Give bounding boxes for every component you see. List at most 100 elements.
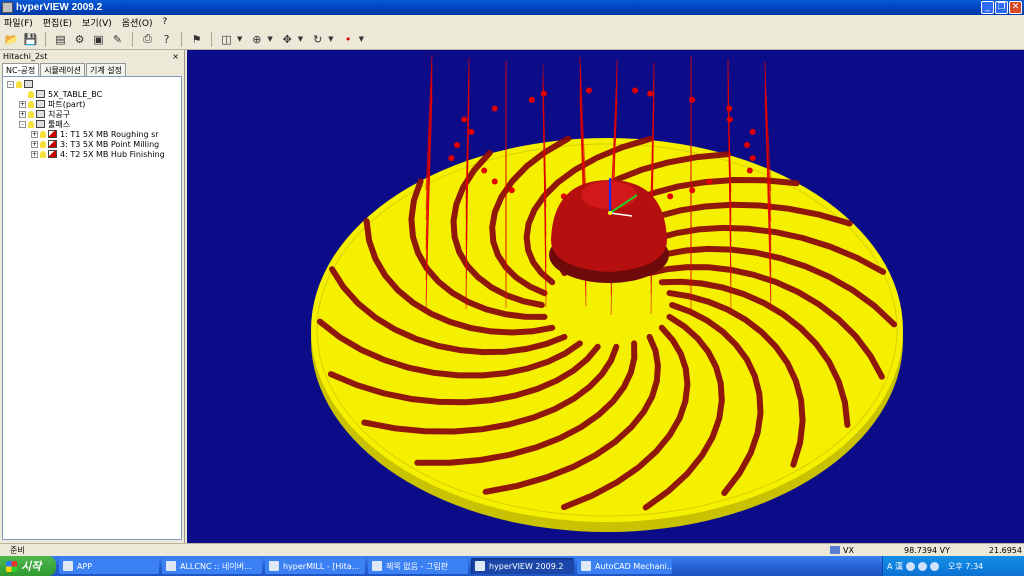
job-list-icon[interactable]: ▤ <box>52 31 69 48</box>
tool-icon[interactable]: ✎ <box>109 31 126 48</box>
expand-icon[interactable]: + <box>31 130 38 138</box>
expand-icon[interactable]: + <box>19 100 26 108</box>
tray-sound-icon[interactable] <box>918 561 928 571</box>
menu-view[interactable]: 보기(V) <box>82 16 112 29</box>
save-icon[interactable]: 💾 <box>22 31 39 48</box>
minimize-button[interactable]: _ <box>981 1 994 14</box>
toolpath-marker <box>706 178 713 185</box>
menu-options[interactable]: 옵션(O) <box>122 16 153 29</box>
toolbar-separator <box>181 31 182 47</box>
process-tree[interactable]: - 5X_TABLE_BC + 파트(part) + 치공구 - 툴패스 +1: T1 5X M… <box>2 76 182 540</box>
maximize-button[interactable]: ❐ <box>995 1 1008 14</box>
view-cube-icon[interactable]: ◫ <box>218 31 235 48</box>
tab-simulation[interactable]: 시뮬레이션 <box>40 63 85 76</box>
window-title: hyperVIEW 2009.2 <box>16 2 103 13</box>
chevron-down-icon[interactable]: ▼ <box>267 35 272 43</box>
toolpath-marker <box>454 142 460 148</box>
toolpath-marker <box>540 90 547 97</box>
3d-viewport[interactable] <box>187 50 1024 543</box>
taskbar-item[interactable]: hyperVIEW 2009.2 <box>471 558 574 574</box>
expand-icon[interactable]: + <box>31 140 38 148</box>
tab-machine-settings[interactable]: 기계 설정 <box>86 63 126 76</box>
tree-node[interactable]: +1: T1 5X MB Roughing sr <box>3 129 181 139</box>
start-button[interactable]: 시작 <box>0 556 56 576</box>
toolpath-marker <box>461 116 468 123</box>
toolpath-marker <box>632 87 639 94</box>
toolpath-marker <box>528 96 535 103</box>
settings-icon[interactable]: ⚑ <box>188 31 205 48</box>
menu-file[interactable]: 파일(F) <box>4 16 33 29</box>
simulate-icon[interactable]: ⚙ <box>71 31 88 48</box>
app-icon <box>372 561 382 571</box>
close-button[interactable]: ✕ <box>1009 1 1022 14</box>
taskbar-item[interactable]: AutoCAD Mechani... <box>577 558 672 574</box>
taskbar-item[interactable]: hyperMILL - [Hita... <box>265 558 365 574</box>
chevron-down-icon[interactable]: ▼ <box>237 35 242 43</box>
tree-node[interactable]: +4: T2 5X MB Hub Finishing <box>3 149 181 159</box>
windows-flag-icon <box>6 560 17 572</box>
visibility-bulb-icon[interactable] <box>28 120 34 128</box>
taskbar-item-label: AutoCAD Mechani... <box>595 561 672 571</box>
visibility-bulb-icon[interactable] <box>40 150 46 158</box>
pan-icon[interactable]: ✥ <box>279 31 296 48</box>
collapse-icon[interactable]: - <box>7 80 14 88</box>
taskbar-item[interactable]: ALLCNC :: 네이버... <box>162 558 262 574</box>
visibility-bulb-icon[interactable] <box>28 110 34 118</box>
toolbar-separator <box>132 31 133 47</box>
tree-node[interactable]: - 툴패스 <box>3 119 181 129</box>
tray-network-icon[interactable] <box>906 561 916 571</box>
tray-security-icon[interactable] <box>930 561 940 571</box>
title-bar[interactable]: hyperVIEW 2009.2 _ ❐ ✕ <box>0 0 1024 15</box>
status-ready: 준비 <box>10 545 25 555</box>
menu-help[interactable]: ? <box>162 17 167 27</box>
chevron-down-icon[interactable]: ▼ <box>359 35 364 43</box>
panel-tabs: NC-공정 시뮬레이션 기계 설정 <box>0 63 184 76</box>
tree-node[interactable]: + 치공구 <box>3 109 181 119</box>
toolpath-marker <box>667 193 674 200</box>
app-window: hyperVIEW 2009.2 _ ❐ ✕ 파일(F) 편집(E) 보기(V)… <box>0 0 1024 576</box>
toolbar-separator <box>45 31 46 47</box>
visibility-bulb-icon[interactable] <box>28 90 34 98</box>
point-icon[interactable]: • <box>340 31 357 48</box>
app-icon <box>166 561 176 571</box>
part-icon <box>36 100 45 108</box>
rotate-icon[interactable]: ↻ <box>309 31 326 48</box>
taskbar: 시작 APP ALLCNC :: 네이버... hyperMILL - [Hita.… <box>0 556 1024 576</box>
impeller-scene[interactable] <box>187 50 1024 543</box>
tree-node[interactable]: - <box>3 79 181 89</box>
fixture-icon <box>36 110 45 118</box>
expand-icon[interactable]: + <box>31 150 38 158</box>
visibility-bulb-icon[interactable] <box>40 130 46 138</box>
toolpath-marker <box>491 178 498 185</box>
chevron-down-icon[interactable]: ▼ <box>298 35 303 43</box>
tab-nc-process[interactable]: NC-공정 <box>2 63 40 76</box>
taskbar-item-label: 제목 없음 - 그림판 <box>386 561 449 571</box>
job-icon <box>48 140 57 148</box>
chevron-down-icon[interactable]: ▼ <box>328 35 333 43</box>
help-icon[interactable]: ? <box>158 31 175 48</box>
tree-node[interactable]: +3: T3 5X MB Point Milling <box>3 139 181 149</box>
nc-process-panel: Hitachi_2st × NC-공정 시뮬레이션 기계 설정 - 5X_TABL… <box>0 50 185 543</box>
visibility-bulb-icon[interactable] <box>28 100 34 108</box>
panel-close-icon[interactable]: × <box>172 52 179 61</box>
tree-node-label: 5X_TABLE_BC <box>48 89 103 99</box>
job-icon <box>48 150 57 158</box>
menu-edit[interactable]: 편집(E) <box>43 16 72 29</box>
clock[interactable]: 오후 7:34 <box>948 561 983 572</box>
ime-indicator[interactable]: A 漢 <box>887 561 903 572</box>
expand-icon[interactable]: + <box>19 110 26 118</box>
tree-node[interactable]: 5X_TABLE_BC <box>3 89 181 99</box>
tree-node[interactable]: + 파트(part) <box>3 99 181 109</box>
visibility-bulb-icon[interactable] <box>40 140 46 148</box>
toolpath-marker <box>744 142 750 148</box>
toolpath-marker <box>448 155 455 162</box>
panel-header: Hitachi_2st × <box>0 50 184 62</box>
machine-icon[interactable]: ▣ <box>90 31 107 48</box>
collapse-icon[interactable]: - <box>19 120 26 128</box>
taskbar-item[interactable]: APP <box>59 558 159 574</box>
open-folder-icon[interactable]: 📂 <box>3 31 20 48</box>
print-icon[interactable]: ⎙ <box>139 31 156 48</box>
visibility-bulb-icon[interactable] <box>16 80 22 88</box>
taskbar-item[interactable]: 제목 없음 - 그림판 <box>368 558 468 574</box>
zoom-icon[interactable]: ⊕ <box>248 31 265 48</box>
